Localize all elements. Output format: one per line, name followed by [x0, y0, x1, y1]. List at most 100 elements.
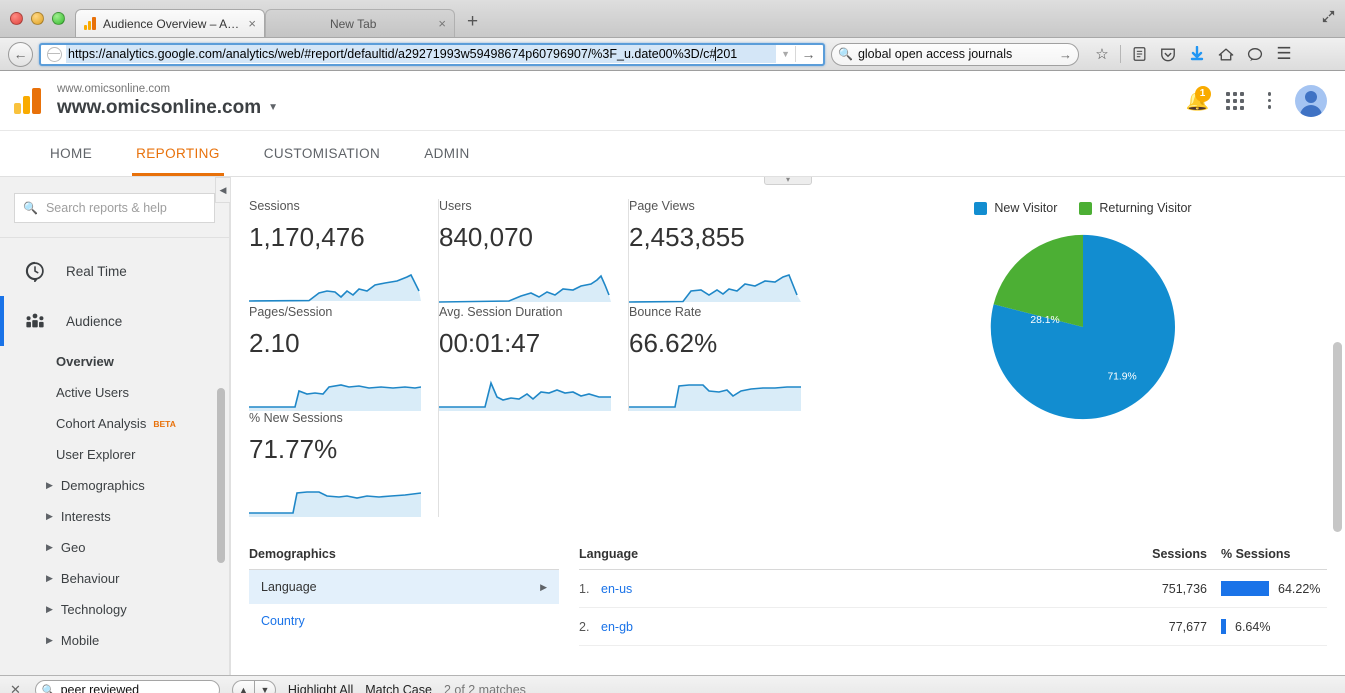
metric-pages-per-session[interactable]: Pages/Session 2.10	[249, 305, 439, 411]
sidebar-item-overview[interactable]: Overview	[0, 346, 229, 377]
downloads-icon[interactable]	[1184, 42, 1210, 66]
search-icon: 🔍	[838, 47, 853, 61]
tab-reporting[interactable]: REPORTING	[114, 131, 242, 176]
table-row[interactable]: 2. en-gb 77,677 6.64%	[579, 608, 1327, 646]
search-submit-icon[interactable]: →	[1059, 47, 1072, 62]
chevron-right-icon: ▶	[46, 635, 53, 646]
menu-hamburger-icon[interactable]: ☰	[1271, 42, 1297, 66]
home-icon[interactable]	[1213, 42, 1239, 66]
browser-window: Audience Overview – Anal... × New Tab × …	[0, 0, 1345, 693]
sidebar-item-mobile[interactable]: ▶ Mobile	[0, 625, 229, 656]
avatar[interactable]	[1295, 85, 1327, 117]
search-placeholder: Search reports & help	[46, 201, 167, 215]
metrics-grid: Sessions 1,170,476 Users 840,070	[249, 199, 839, 517]
browser-tab-active[interactable]: Audience Overview – Anal... ×	[75, 9, 265, 37]
sidebar-item-real-time[interactable]: Real Time	[0, 246, 229, 296]
search-reports-input[interactable]: 🔍 Search reports & help	[14, 193, 215, 223]
account-selector[interactable]: www.omicsonline.com www.omicsonline.com …	[57, 82, 278, 120]
sidebar-scrollbar[interactable]	[217, 388, 225, 563]
table-row[interactable]: 1. en-us 751,736 64.22%	[579, 570, 1327, 608]
sparkline-bounce-rate	[629, 377, 801, 411]
find-status: 2 of 2 matches	[444, 683, 526, 693]
sidebar-item-cohort-analysis[interactable]: Cohort Analysis BETA	[0, 408, 229, 439]
notifications-button[interactable]: 🔔 1	[1186, 89, 1208, 113]
sidebar-item-geo[interactable]: ▶ Geo	[0, 532, 229, 563]
row-sessions: 77,677	[1097, 620, 1207, 634]
sidebar-item-audience[interactable]: Audience	[0, 296, 229, 346]
metric-page-views[interactable]: Page Views 2,453,855	[629, 199, 819, 305]
demographics-item-label: Country	[261, 614, 305, 628]
row-language-link[interactable]: en-gb	[601, 620, 1097, 634]
clock-bubble-icon	[24, 260, 46, 282]
metric-sessions[interactable]: Sessions 1,170,476	[249, 199, 439, 305]
chevron-down-icon[interactable]: ▼	[776, 49, 795, 59]
sidebar-item-technology[interactable]: ▶ Technology	[0, 594, 229, 625]
sidebar-item-label: Active Users	[56, 385, 129, 400]
search-input[interactable]: global open access journals	[858, 47, 1059, 61]
main-scrollbar[interactable]	[1333, 342, 1342, 532]
collapse-sidebar-button[interactable]: ◀	[215, 177, 230, 203]
minimize-window-button[interactable]	[31, 12, 44, 25]
find-next-button[interactable]: ▼	[254, 680, 276, 693]
tab-customisation[interactable]: CUSTOMISATION	[242, 131, 402, 176]
find-input[interactable]: 🔍 peer reviewed	[35, 680, 220, 693]
sidebar-item-interests[interactable]: ▶ Interests	[0, 501, 229, 532]
tab-title: Audience Overview – Anal...	[103, 17, 242, 31]
speech-bubble-icon	[1247, 47, 1263, 62]
go-arrow-icon[interactable]: →	[795, 46, 821, 62]
metric-label: Bounce Rate	[629, 305, 805, 319]
ga-logo-icon	[84, 17, 97, 30]
realtime-clock-icon	[24, 260, 46, 282]
row-pct-cell: 64.22%	[1207, 581, 1327, 596]
panel-collapse-handle[interactable]: ▾	[764, 177, 812, 185]
legend-label: New Visitor	[994, 201, 1057, 215]
close-icon[interactable]: ×	[248, 16, 256, 31]
row-language-link[interactable]: en-us	[601, 582, 1097, 596]
close-window-button[interactable]	[10, 12, 23, 25]
legend-item-new-visitor[interactable]: New Visitor	[974, 201, 1057, 215]
more-options-icon[interactable]	[1262, 90, 1278, 111]
tab-home[interactable]: HOME	[28, 131, 114, 176]
browser-search-bar[interactable]: 🔍 global open access journals →	[831, 43, 1079, 66]
apps-grid-icon[interactable]	[1226, 92, 1244, 110]
pie-chart[interactable]: 71.9% 28.1%	[989, 233, 1177, 421]
browser-toolbar-icons: ☆	[1085, 42, 1297, 66]
find-previous-button[interactable]: ▲	[232, 680, 254, 693]
close-find-icon[interactable]: ✕	[10, 682, 23, 693]
browser-tab-newtab[interactable]: New Tab ×	[265, 9, 455, 37]
maximize-window-button[interactable]	[52, 12, 65, 25]
metric-users[interactable]: Users 840,070	[439, 199, 629, 305]
new-tab-button[interactable]: +	[455, 11, 490, 37]
account-name[interactable]: www.omicsonline.com ▼	[57, 96, 278, 120]
reader-list-icon[interactable]	[1126, 42, 1152, 66]
metric-avg-session-duration[interactable]: Avg. Session Duration 00:01:47	[439, 305, 629, 411]
divider	[1120, 45, 1121, 63]
row-sessions: 751,736	[1097, 582, 1207, 596]
back-button[interactable]: ←	[8, 42, 33, 67]
sidebar-item-demographics[interactable]: ▶ Demographics	[0, 470, 229, 501]
match-case-button[interactable]: Match Case	[365, 683, 432, 693]
sidebar-item-user-explorer[interactable]: User Explorer	[0, 439, 229, 470]
sidebar-item-behaviour[interactable]: ▶ Behaviour	[0, 563, 229, 594]
metric-new-sessions[interactable]: % New Sessions 71.77%	[249, 411, 439, 517]
bookmark-star-icon[interactable]: ☆	[1089, 42, 1115, 66]
chat-icon[interactable]	[1242, 42, 1268, 66]
account-property-label: www.omicsonline.com	[57, 82, 278, 96]
fullscreen-icon[interactable]	[1319, 9, 1337, 27]
demographics-item-country[interactable]: Country	[249, 604, 559, 638]
legend-label: Returning Visitor	[1099, 201, 1191, 215]
legend-item-returning-visitor[interactable]: Returning Visitor	[1079, 201, 1191, 215]
visitor-type-chart: New Visitor Returning Visitor	[839, 199, 1327, 517]
address-bar[interactable]: https://analytics.google.com/analytics/w…	[39, 43, 825, 66]
house-icon	[1218, 47, 1234, 62]
sidebar-item-active-users[interactable]: Active Users	[0, 377, 229, 408]
tab-admin[interactable]: ADMIN	[402, 131, 492, 176]
ga-header: www.omicsonline.com www.omicsonline.com …	[0, 71, 1345, 131]
demographics-item-language[interactable]: Language ▶	[249, 570, 559, 604]
metric-bounce-rate[interactable]: Bounce Rate 66.62%	[629, 305, 819, 411]
close-icon[interactable]: ×	[438, 16, 446, 31]
highlight-all-button[interactable]: Highlight All	[288, 683, 353, 693]
metric-value: 71.77%	[249, 433, 424, 465]
pocket-shield-icon[interactable]	[1155, 42, 1181, 66]
table-header-row: Language Sessions % Sessions	[579, 547, 1327, 570]
